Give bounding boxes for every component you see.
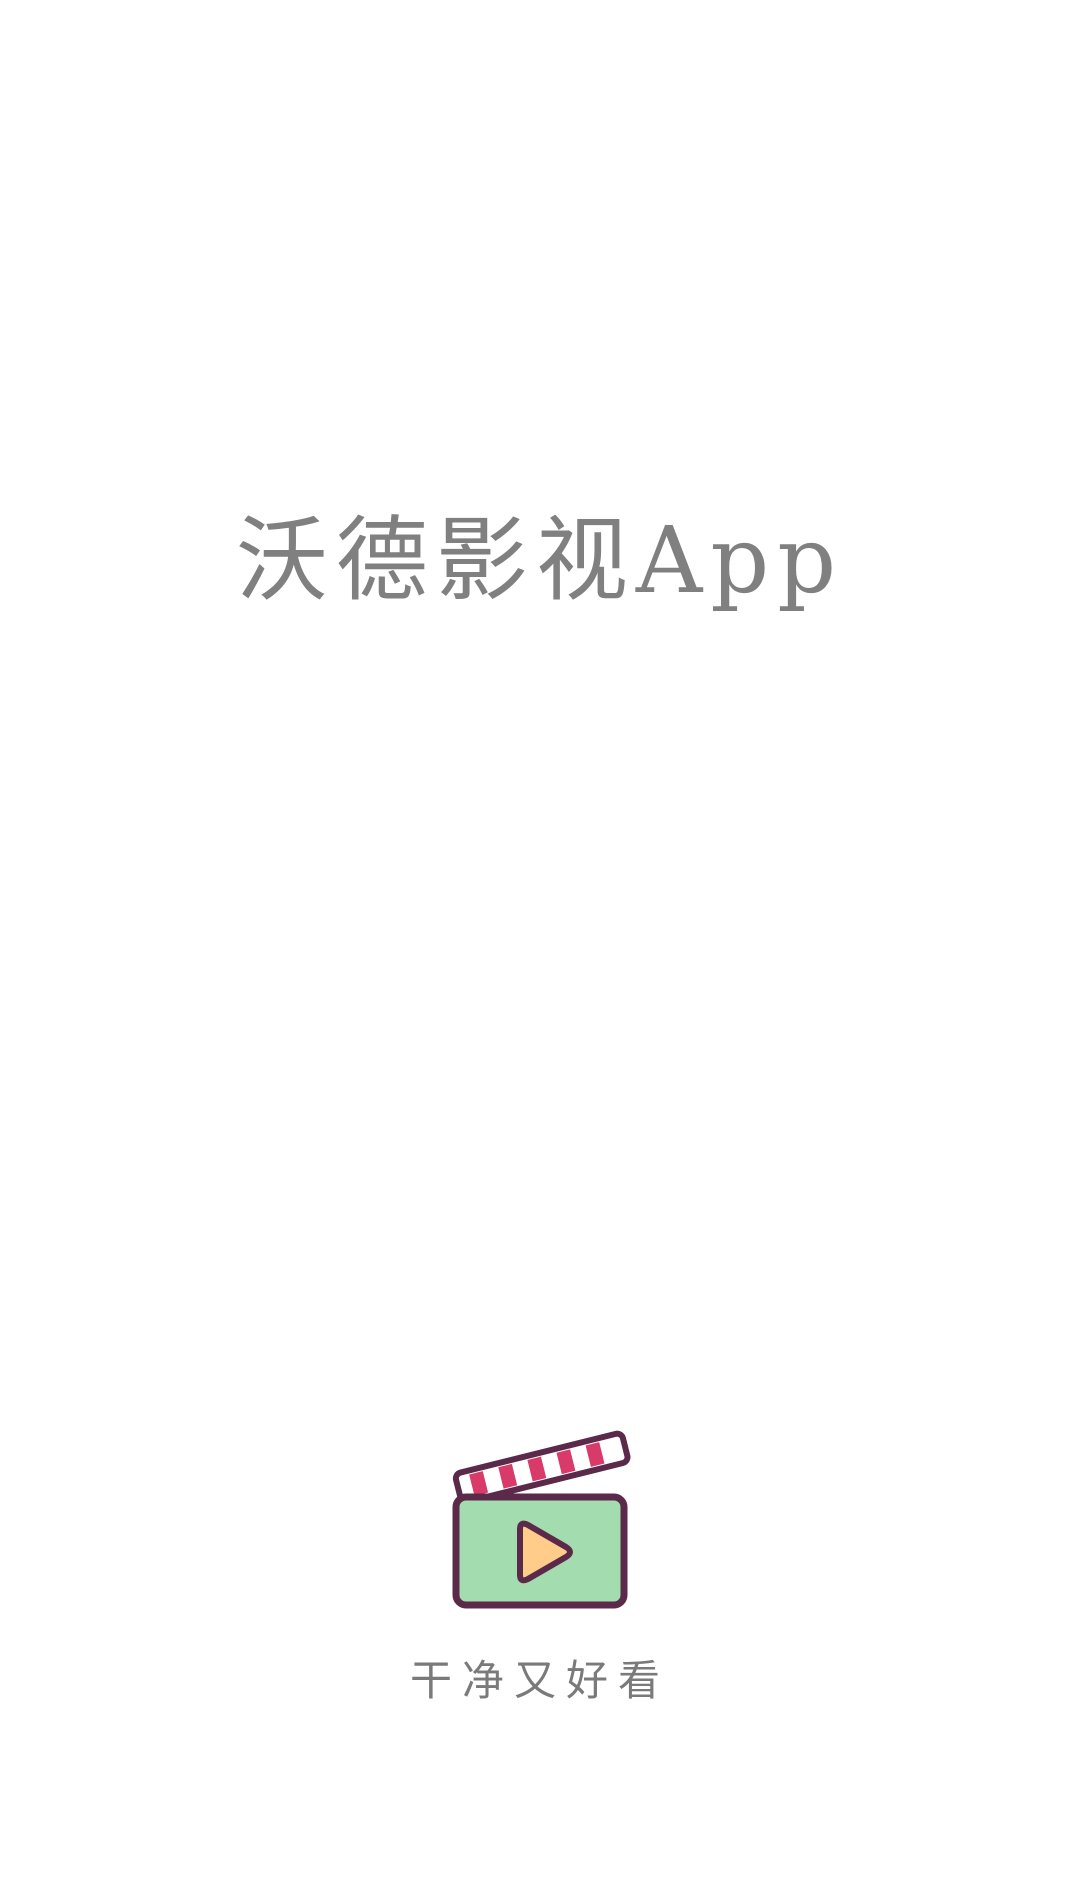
- clapperboard-play-icon: [448, 1425, 632, 1615]
- app-slogan: 干净又好看: [409, 1656, 670, 1705]
- app-title: 沃德影视App: [235, 507, 845, 614]
- clapper-top: [452, 1430, 631, 1505]
